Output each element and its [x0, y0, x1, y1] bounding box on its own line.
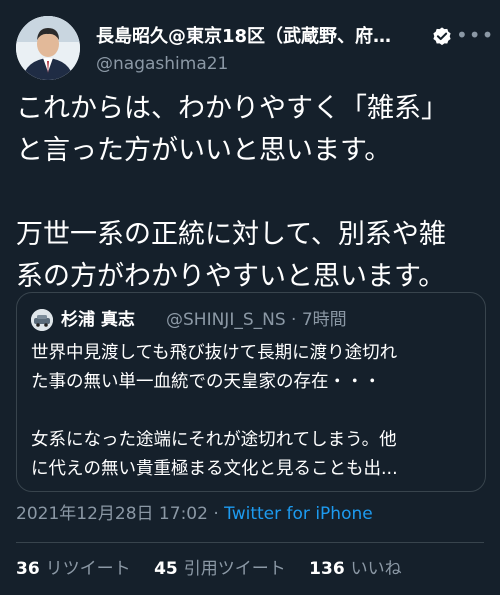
more-options-icon[interactable]: •••	[456, 22, 493, 52]
quoted-tweet-text: 世界中見渡しても飛び抜けて長期に渡り途切れ た事の無い単一血統での天皇家の存在・…	[31, 343, 398, 479]
quoted-author-name: 杉浦 真志	[61, 310, 135, 330]
author-name[interactable]: 長島昭久@東京18区（武蔵野、府…	[96, 24, 426, 50]
quotes-label: 引用ツイート	[183, 559, 286, 579]
tweet-stats: 36 リツイート 45 引用ツイート 136 いいね	[16, 555, 420, 583]
likes-stat[interactable]: 136 いいね	[309, 555, 402, 583]
quoted-author-handle: @SHINJI_S_NS	[166, 310, 286, 330]
likes-count: 136	[309, 559, 345, 579]
tweet-text: これからは、わかりやすく「雑系」 と言った方がいいと思います。 万世一系の正統に…	[16, 93, 448, 292]
likes-label: いいね	[350, 559, 402, 579]
stats-divider	[16, 542, 484, 543]
tweet-source-link[interactable]: Twitter for iPhone	[224, 504, 373, 524]
quoted-tweet-card[interactable]: 杉浦 真志 @SHINJI_S_NS · 7時間 世界中見渡しても飛び抜けて長期…	[16, 292, 486, 492]
quoted-author-avatar	[31, 309, 53, 331]
quoted-time-ago: 7時間	[301, 310, 347, 330]
quotes-stat[interactable]: 45 引用ツイート	[154, 555, 286, 583]
car-avatar-icon	[31, 309, 53, 331]
retweets-count: 36	[16, 559, 40, 579]
tweet-header: 長島昭久@東京18区（武蔵野、府… ••• @nagashima21	[16, 16, 493, 80]
retweets-stat[interactable]: 36 リツイート	[16, 555, 131, 583]
avatar-photo-icon	[16, 16, 80, 80]
author-handle[interactable]: @nagashima21	[96, 52, 228, 76]
author-avatar[interactable]	[16, 16, 80, 80]
verified-badge-icon	[433, 27, 451, 46]
quoted-meta-separator: ·	[291, 310, 297, 330]
retweets-label: リツイート	[45, 559, 131, 579]
author-name-line: 長島昭久@東京18区（武蔵野、府… •••	[96, 22, 493, 52]
meta-separator: ·	[213, 504, 219, 524]
tweet-meta: 2021年12月28日 17:02 · Twitter for iPhone	[16, 502, 373, 526]
quoted-author-meta: @SHINJI_S_NS · 7時間	[166, 307, 347, 333]
tweet-timestamp[interactable]: 2021年12月28日 17:02	[16, 504, 208, 524]
quoted-tweet-header: 杉浦 真志 @SHINJI_S_NS · 7時間	[31, 307, 471, 333]
quotes-count: 45	[154, 559, 178, 579]
